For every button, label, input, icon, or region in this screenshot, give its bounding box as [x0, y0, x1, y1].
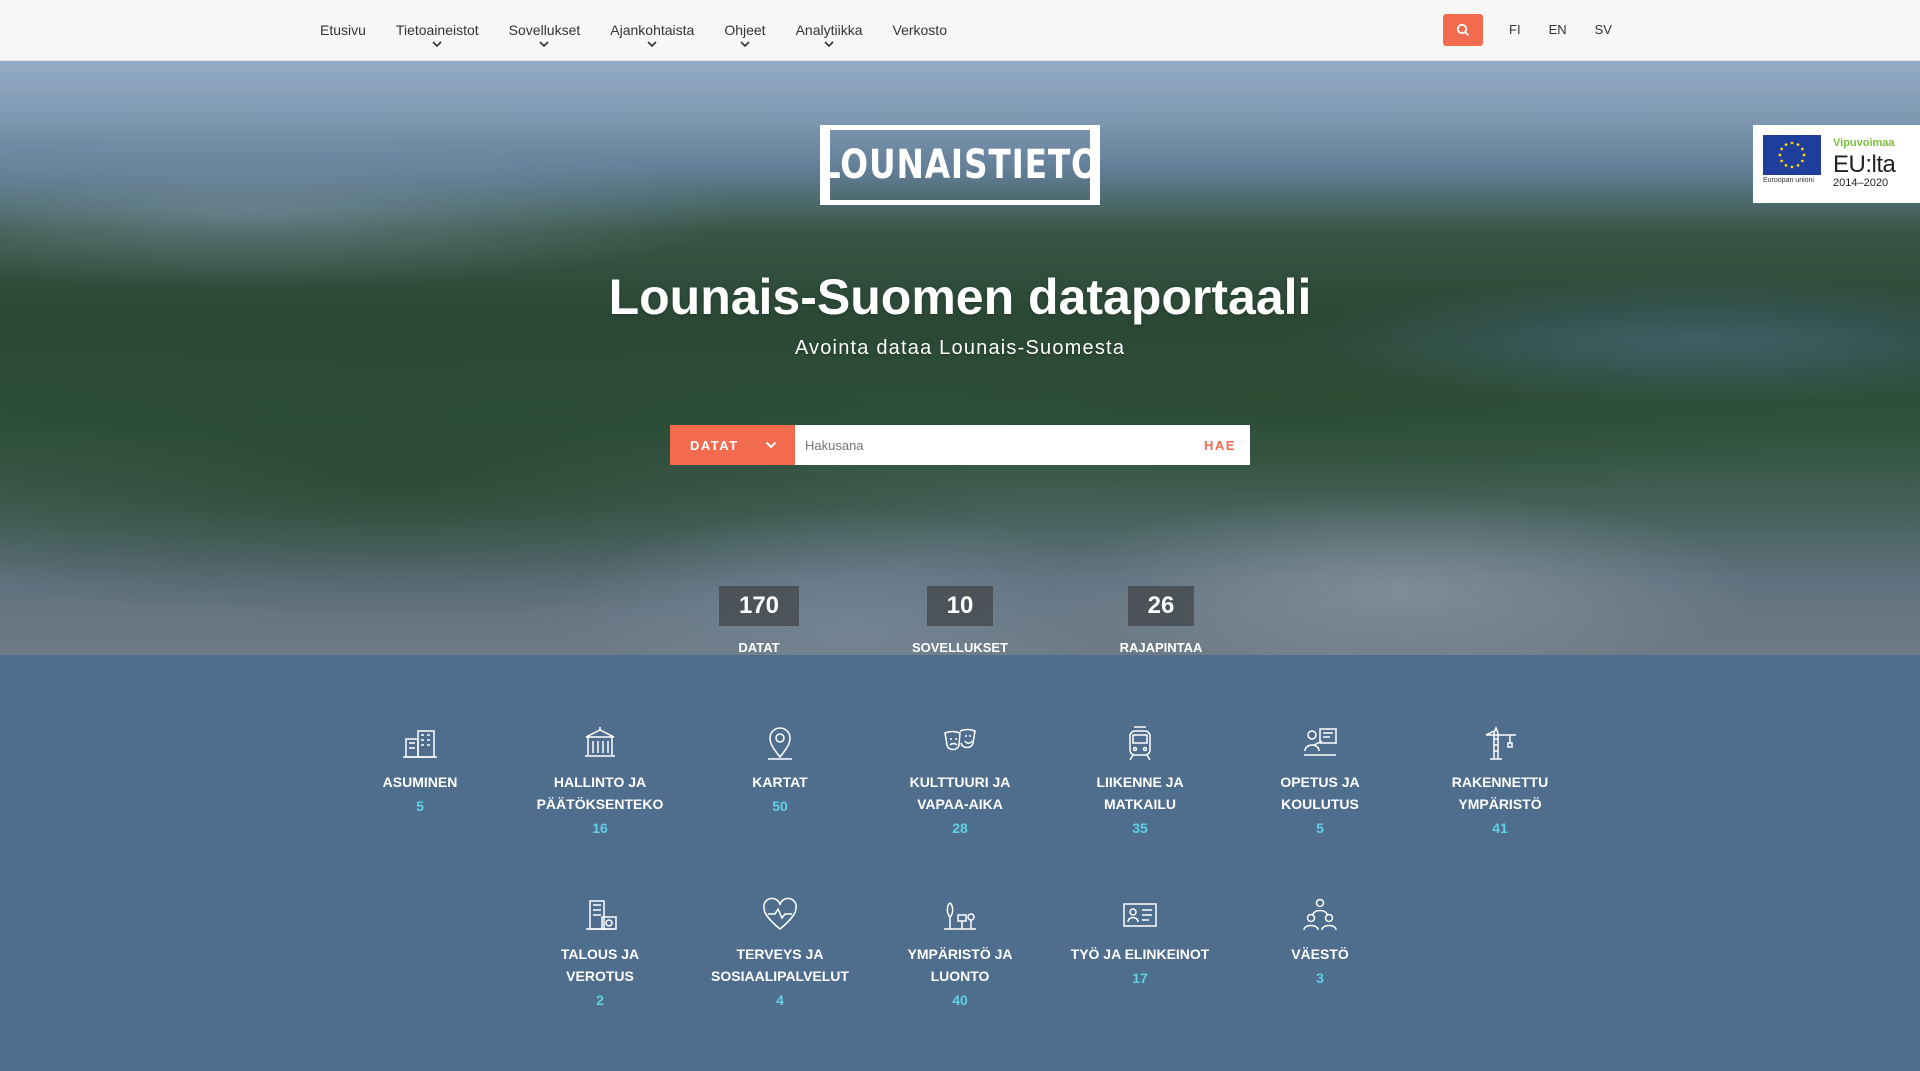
chevron-down-icon	[824, 41, 834, 48]
chevron-down-icon	[647, 41, 657, 48]
people-icon	[1303, 898, 1337, 931]
chevron-down-icon	[765, 441, 777, 449]
category-count: 41	[1492, 820, 1508, 836]
category-grid: ASUMINEN 5 HALLINTO JA PÄÄTÖKSENTEKO 16 …	[0, 655, 1920, 1071]
search-type-label: DATAT	[690, 437, 739, 453]
stat-label: RAJAPINTAA	[1119, 640, 1203, 655]
chevron-down-icon	[740, 41, 750, 48]
category-name: KARTAT	[752, 774, 808, 790]
category-name: TALOUS JA VEROTUS	[560, 946, 640, 984]
tram-icon	[1129, 726, 1151, 761]
category-ymparisto[interactable]: YMPÄRISTÖ JA LUONTO 40	[880, 895, 1040, 1008]
nav-item-etusivu[interactable]: Etusivu	[305, 0, 381, 60]
map-pin-icon	[768, 727, 792, 760]
header-search-button[interactable]	[1443, 14, 1483, 46]
government-icon	[585, 727, 615, 757]
finance-icon	[586, 900, 617, 930]
stat-value: 10	[926, 586, 994, 626]
category-name: LIIKENNE JA MATKAILU	[1096, 774, 1184, 812]
category-liikenne[interactable]: LIIKENNE JA MATKAILU 35	[1060, 723, 1220, 836]
eu-line2: EU:lta	[1833, 151, 1896, 178]
category-tyo[interactable]: TYÖ JA ELINKEINOT 17	[1060, 895, 1220, 986]
page-title: Lounais-Suomen dataportaali	[608, 269, 1312, 325]
category-name: OPETUS JA KOULUTUS	[1280, 774, 1360, 812]
category-name: TERVEYS JA SOSIAALIPALVELUT	[711, 946, 849, 984]
category-hallinto[interactable]: HALLINTO JA PÄÄTÖKSENTEKO 16	[520, 723, 680, 836]
category-count: 5	[1316, 820, 1324, 836]
data-search-form: DATAT HAE	[670, 425, 1250, 465]
logo-text: LOUNAISTIETO	[820, 142, 1101, 188]
category-vaesto[interactable]: VÄESTÖ 3	[1240, 895, 1400, 986]
search-submit-button[interactable]: HAE	[1190, 425, 1250, 465]
category-kartat[interactable]: KARTAT 50	[700, 723, 860, 814]
search-input[interactable]	[795, 425, 1190, 465]
category-count: 2	[596, 992, 604, 1008]
stat-datasets[interactable]: 170 DATAT	[679, 586, 839, 655]
nav-item-ohjeet[interactable]: Ohjeet	[709, 0, 780, 60]
language-switcher: FI EN SV	[1495, 0, 1626, 60]
chevron-down-icon	[432, 41, 442, 48]
category-name: YMPÄRISTÖ JA LUONTO	[907, 946, 1013, 984]
stat-label: SOVELLUKSET	[911, 640, 1009, 655]
teacher-icon	[1304, 728, 1337, 756]
eu-funding-logo: Euroopan unioni Vipuvoimaa EU:lta 2014–2…	[1753, 125, 1920, 203]
category-name: TYÖ JA ELINKEINOT	[1070, 946, 1210, 962]
category-count: 17	[1132, 970, 1148, 986]
category-count: 3	[1316, 970, 1324, 986]
category-count: 35	[1132, 820, 1148, 836]
building-icon	[403, 730, 437, 758]
nature-icon	[944, 902, 976, 930]
lang-fi[interactable]: FI	[1495, 0, 1535, 60]
category-count: 16	[592, 820, 608, 836]
eu-caption: Euroopan unioni	[1763, 177, 1814, 184]
lang-sv[interactable]: SV	[1581, 0, 1626, 60]
category-count: 5	[416, 798, 424, 814]
category-rakennettu[interactable]: RAKENNETTU YMPÄRISTÖ 41	[1420, 723, 1580, 836]
theater-masks-icon	[944, 728, 976, 751]
category-name: HALLINTO JA PÄÄTÖKSENTEKO	[536, 774, 664, 812]
category-count: 4	[776, 992, 784, 1008]
nav-item-tietoaineistot[interactable]: Tietoaineistot	[381, 0, 494, 60]
stat-applications[interactable]: 10 SOVELLUKSET	[880, 586, 1040, 655]
nav-item-analytiikka[interactable]: Analytiikka	[781, 0, 878, 60]
chevron-down-icon	[539, 41, 550, 48]
hero-banner: LOUNAISTIETO Euroopan unioni Vipuvoimaa …	[0, 61, 1920, 655]
category-name: ASUMINEN	[382, 774, 458, 790]
category-name: KULTTUURI JA VAPAA-AIKA	[909, 774, 1011, 812]
category-opetus[interactable]: OPETUS JA KOULUTUS 5	[1240, 723, 1400, 836]
category-count: 28	[952, 820, 968, 836]
heart-pulse-icon	[763, 897, 797, 930]
nav-item-verkosto[interactable]: Verkosto	[878, 0, 962, 60]
stat-value: 170	[718, 586, 800, 626]
nav-item-sovellukset[interactable]: Sovellukset	[494, 0, 596, 60]
category-count: 40	[952, 992, 968, 1008]
page-subtitle: Avointa dataa Lounais-Suomesta	[794, 337, 1126, 359]
stat-value: 26	[1127, 586, 1195, 626]
top-navigation-bar: Etusivu Tietoaineistot Sovellukset Ajank…	[0, 0, 1920, 61]
nav-item-ajankohtaista[interactable]: Ajankohtaista	[595, 0, 709, 60]
id-card-icon	[1123, 903, 1157, 927]
main-nav: Etusivu Tietoaineistot Sovellukset Ajank…	[305, 0, 962, 60]
eu-flag-icon	[1763, 135, 1821, 175]
category-name: VÄESTÖ	[1291, 946, 1349, 962]
site-logo[interactable]: LOUNAISTIETO	[820, 125, 1100, 205]
crane-icon	[1485, 725, 1516, 760]
stat-label: DATAT	[738, 640, 780, 655]
category-asuminen[interactable]: ASUMINEN 5	[340, 723, 500, 814]
search-type-dropdown[interactable]: DATAT	[670, 425, 795, 465]
lang-en[interactable]: EN	[1535, 0, 1581, 60]
category-talous[interactable]: TALOUS JA VEROTUS 2	[520, 895, 680, 1008]
stat-apis[interactable]: 26 RAJAPINTAA	[1081, 586, 1241, 655]
search-icon	[1456, 23, 1470, 37]
category-kulttuuri[interactable]: KULTTUURI JA VAPAA-AIKA 28	[880, 723, 1040, 836]
eu-line3: 2014–2020	[1833, 177, 1889, 189]
category-terveys[interactable]: TERVEYS JA SOSIAALIPALVELUT 4	[700, 895, 860, 1008]
eu-line1: Vipuvoimaa	[1833, 137, 1895, 149]
category-name: RAKENNETTU YMPÄRISTÖ	[1451, 774, 1549, 812]
category-count: 50	[772, 798, 788, 814]
